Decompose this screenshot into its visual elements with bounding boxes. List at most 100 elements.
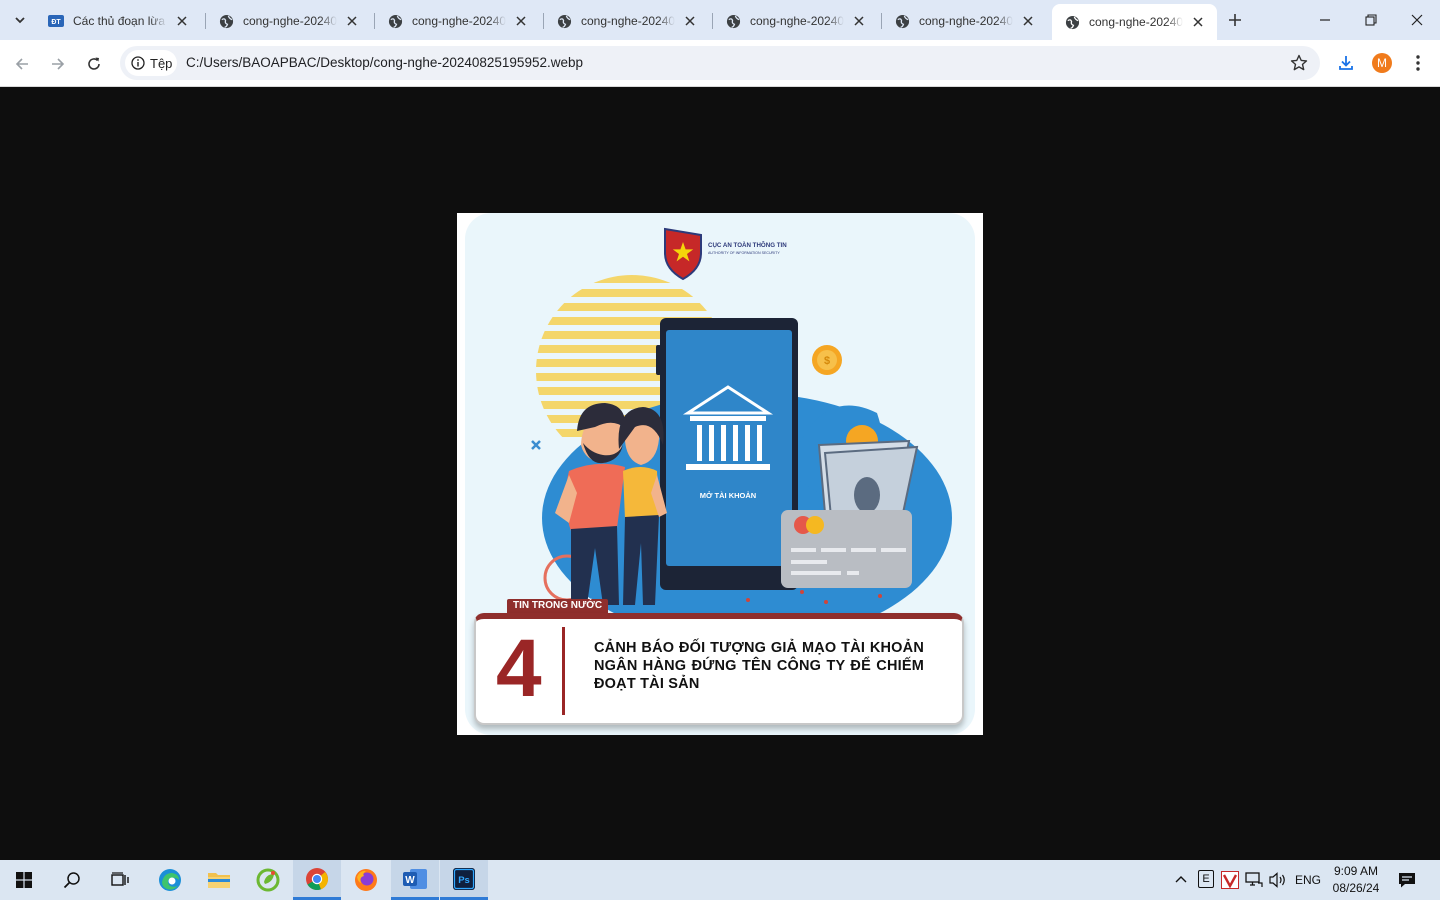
- tab-title: cong-nghe-20240825: [581, 14, 675, 28]
- tab-5[interactable]: cong-nghe-20240825: [882, 4, 1047, 38]
- headline-number: 4: [496, 623, 542, 714]
- chrome-app-active[interactable]: [293, 860, 341, 900]
- tab-title: cong-nghe-20240825: [919, 14, 1013, 28]
- coin-symbol: $: [824, 355, 830, 367]
- minimize-icon: [1320, 19, 1330, 21]
- downloads-button[interactable]: [1334, 51, 1358, 75]
- photoshop-app[interactable]: Ps: [440, 860, 488, 900]
- notifications-icon[interactable]: [1398, 871, 1416, 889]
- search-icon: [63, 872, 80, 889]
- tab-title: cong-nghe-20240825: [750, 14, 844, 28]
- info-icon: [131, 56, 145, 70]
- tab-2[interactable]: cong-nghe-20240825: [375, 4, 540, 38]
- globe-icon: [218, 13, 234, 29]
- tab-1[interactable]: cong-nghe-20240825: [206, 4, 371, 38]
- svg-text:W: W: [405, 875, 415, 886]
- back-button[interactable]: [8, 50, 36, 78]
- site-info-chip[interactable]: Tệp: [125, 50, 177, 76]
- news-favicon-icon: ĐT: [48, 13, 64, 29]
- task-view-icon: [111, 872, 129, 886]
- close-icon[interactable]: [1019, 12, 1037, 30]
- search-button[interactable]: [48, 860, 96, 900]
- minimize-button[interactable]: [1302, 0, 1348, 40]
- tab-title: cong-nghe-20240825: [412, 14, 506, 28]
- close-icon[interactable]: [681, 12, 699, 30]
- phone-button-label: MỞ TÀI KHOẢN: [700, 491, 756, 500]
- word-icon: W: [403, 868, 427, 889]
- pinned-app[interactable]: [244, 860, 292, 900]
- tab-0[interactable]: ĐT Các thủ đoạn lừa đảo: [36, 4, 201, 38]
- forward-button[interactable]: [44, 50, 72, 78]
- close-icon[interactable]: [512, 12, 530, 30]
- headline-card: 4 CẢNH BÁO ĐỐI TƯỢNG GIẢ MẠO TÀI KHOẢN N…: [474, 613, 964, 725]
- close-icon[interactable]: [1189, 13, 1207, 31]
- restore-icon: [1365, 14, 1377, 26]
- system-clock[interactable]: 9:09 AM 08/26/24: [1326, 863, 1386, 897]
- globe-icon: [1064, 14, 1080, 30]
- close-icon[interactable]: [173, 12, 191, 30]
- more-vertical-icon: [1416, 55, 1420, 71]
- firefox-app[interactable]: [342, 860, 390, 900]
- tab-6-active[interactable]: cong-nghe-20240825: [1052, 4, 1217, 40]
- tab-search-button[interactable]: [8, 8, 32, 32]
- antivirus-icon[interactable]: [1221, 871, 1239, 889]
- image-viewer: CỤC AN TOÀN THÔNG TIN AUTHORITY OF INFOR…: [0, 87, 1440, 860]
- edge-app[interactable]: [146, 860, 194, 900]
- globe-icon: [725, 13, 741, 29]
- reload-button[interactable]: [80, 50, 108, 78]
- folder-icon: [208, 873, 230, 888]
- edge-browser-icon: [159, 869, 181, 891]
- photoshop-icon: Ps: [453, 867, 475, 890]
- site-info-label: Tệp: [150, 55, 173, 71]
- svg-text:Ps: Ps: [458, 875, 470, 886]
- browser-toolbar: Tệp C:/Users/BAOAPBAC/Desktop/cong-nghe-…: [0, 40, 1440, 87]
- windows-logo-icon: [16, 872, 32, 888]
- plus-icon: [1229, 14, 1241, 26]
- leaf-app-icon: [256, 868, 280, 892]
- start-button[interactable]: [0, 860, 48, 900]
- logo-subtitle: AUTHORITY OF INFORMATION SECURITY: [708, 251, 780, 255]
- ime-indicator[interactable]: E: [1198, 870, 1214, 888]
- close-icon[interactable]: [343, 12, 361, 30]
- download-icon: [1339, 56, 1353, 70]
- address-bar[interactable]: Tệp C:/Users/BAOAPBAC/Desktop/cong-nghe-…: [120, 46, 1320, 80]
- language-indicator[interactable]: ENG: [1295, 873, 1321, 887]
- close-icon: [1411, 14, 1423, 26]
- tab-title: cong-nghe-20240825: [243, 14, 337, 28]
- menu-button[interactable]: [1406, 51, 1430, 75]
- file-explorer-app[interactable]: [195, 860, 243, 900]
- network-icon[interactable]: [1245, 872, 1263, 888]
- chevron-down-icon: [15, 17, 25, 24]
- close-window-button[interactable]: [1394, 0, 1440, 40]
- tab-strip: ĐT Các thủ đoạn lừa đảo cong-nghe-202408…: [0, 0, 1440, 40]
- tab-3[interactable]: cong-nghe-20240825: [544, 4, 709, 38]
- arrow-right-icon: [52, 58, 65, 70]
- tab-title: cong-nghe-20240825: [1089, 15, 1183, 29]
- avatar: M: [1372, 53, 1392, 73]
- headline-text: CẢNH BÁO ĐỐI TƯỢNG GIẢ MẠO TÀI KHOẢN NGÂ…: [594, 640, 924, 692]
- word-app[interactable]: W: [391, 860, 439, 900]
- section-label: TIN TRONG NƯỚC: [507, 599, 609, 613]
- clock-time: 9:09 AM: [1333, 864, 1379, 878]
- bookmark-star-icon[interactable]: [1290, 54, 1308, 72]
- globe-icon: [894, 13, 910, 29]
- chrome-icon: [306, 867, 329, 890]
- firefox-icon: [355, 869, 377, 891]
- task-view-button[interactable]: [96, 860, 144, 900]
- tab-title: Các thủ đoạn lừa đảo: [73, 14, 167, 28]
- volume-icon[interactable]: [1269, 872, 1287, 888]
- profile-button[interactable]: M: [1370, 51, 1394, 75]
- new-tab-button[interactable]: [1224, 9, 1246, 31]
- poster-image: CỤC AN TOÀN THÔNG TIN AUTHORITY OF INFOR…: [457, 213, 983, 735]
- chevron-up-icon[interactable]: [1175, 874, 1187, 884]
- arrow-left-icon: [15, 58, 28, 70]
- logo-title: CỤC AN TOÀN THÔNG TIN: [708, 241, 787, 249]
- globe-icon: [556, 13, 572, 29]
- divider: [562, 627, 565, 715]
- restore-button[interactable]: [1348, 0, 1394, 40]
- url-text[interactable]: C:/Users/BAOAPBAC/Desktop/cong-nghe-2024…: [186, 55, 583, 70]
- tab-4[interactable]: cong-nghe-20240825: [713, 4, 878, 38]
- close-icon[interactable]: [850, 12, 868, 30]
- svg-text:ĐT: ĐT: [51, 19, 61, 26]
- taskbar: W Ps E ENG 9:09 AM 08/26/24: [0, 860, 1440, 900]
